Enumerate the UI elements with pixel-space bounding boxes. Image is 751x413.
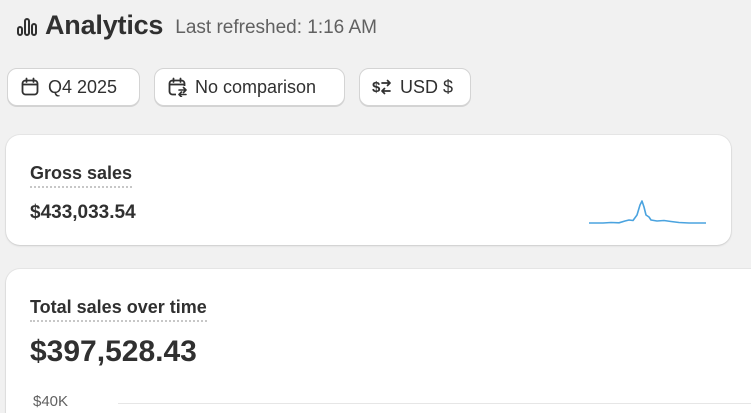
- last-refreshed-text: Last refreshed: 1:16 AM: [175, 16, 377, 38]
- comparison-button[interactable]: No comparison: [154, 68, 345, 106]
- bar-chart-icon: [16, 15, 38, 37]
- svg-text:$: $: [372, 79, 381, 96]
- page-title: Analytics: [45, 10, 164, 40]
- analytics-page: Analytics Last refreshed: 1:16 AM Q4 202…: [0, 0, 751, 413]
- calendar-compare-icon: [167, 77, 187, 97]
- currency-exchange-icon: $: [372, 77, 392, 97]
- gross-sales-card[interactable]: Gross sales $433,033.54: [6, 135, 731, 245]
- chart-gridline: [118, 403, 751, 404]
- date-range-button[interactable]: Q4 2025: [7, 68, 140, 106]
- total-sales-card[interactable]: Total sales over time $397,528.43 $40K: [6, 269, 751, 413]
- calendar-icon: [20, 77, 40, 97]
- comparison-label: No comparison: [195, 76, 317, 97]
- date-range-label: Q4 2025: [48, 76, 118, 97]
- page-header: Analytics Last refreshed: 1:16 AM: [16, 10, 377, 41]
- gross-sales-value: $433,033.54: [30, 202, 136, 223]
- total-sales-value: $397,528.43: [30, 335, 197, 368]
- gross-sales-sparkline: [589, 200, 706, 224]
- y-axis-tick-label: $40K: [33, 393, 69, 410]
- filter-bar: Q4 2025 No comparison $ USD $: [7, 68, 471, 106]
- currency-label: USD $: [400, 76, 454, 97]
- total-sales-label[interactable]: Total sales over time: [30, 297, 207, 322]
- gross-sales-label[interactable]: Gross sales: [30, 163, 133, 188]
- currency-button[interactable]: $ USD $: [359, 68, 471, 106]
